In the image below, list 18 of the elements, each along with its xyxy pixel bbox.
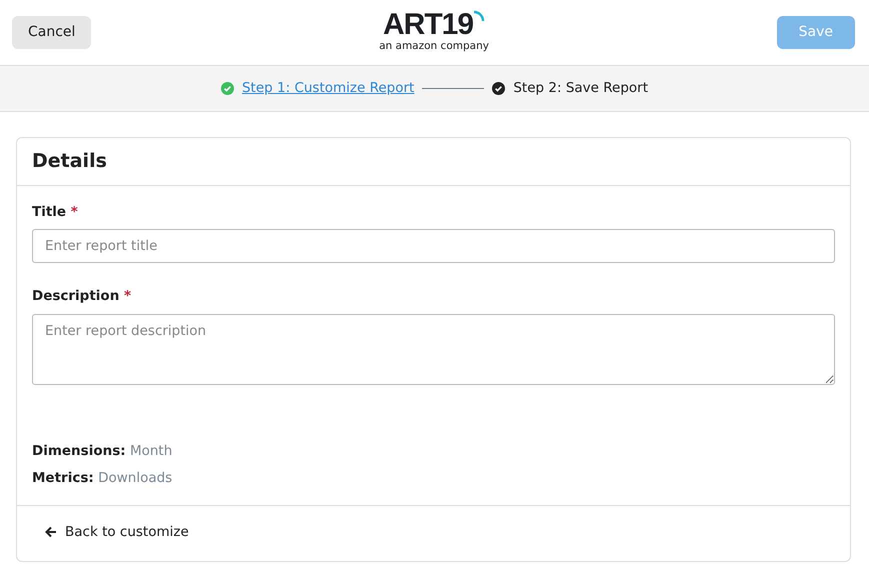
card-title: Details <box>32 150 108 173</box>
field-label: Title <box>32 204 66 220</box>
left-arrow-icon <box>45 526 57 538</box>
summary-label: Metrics: <box>32 470 94 486</box>
cancel-button[interactable]: Cancel <box>12 16 92 49</box>
logo-tagline: an amazon company <box>379 40 489 52</box>
back-link[interactable]: Back to customize <box>45 522 189 542</box>
textarea-field[interactable]: Enter report description <box>32 314 835 385</box>
step-label: Step 2: Save Report <box>513 79 648 98</box>
signal-arc-icon <box>473 10 486 24</box>
required-mark: * <box>70 204 78 220</box>
summary-label: Dimensions: <box>32 442 126 459</box>
summary-value: Month <box>130 442 172 459</box>
field-label: Description <box>32 288 120 304</box>
required-mark: * <box>124 288 132 304</box>
summary-value: Downloads <box>98 470 172 486</box>
logo-wordmark: ART19 <box>383 10 474 40</box>
input-field[interactable]: Enter report title <box>32 229 835 264</box>
